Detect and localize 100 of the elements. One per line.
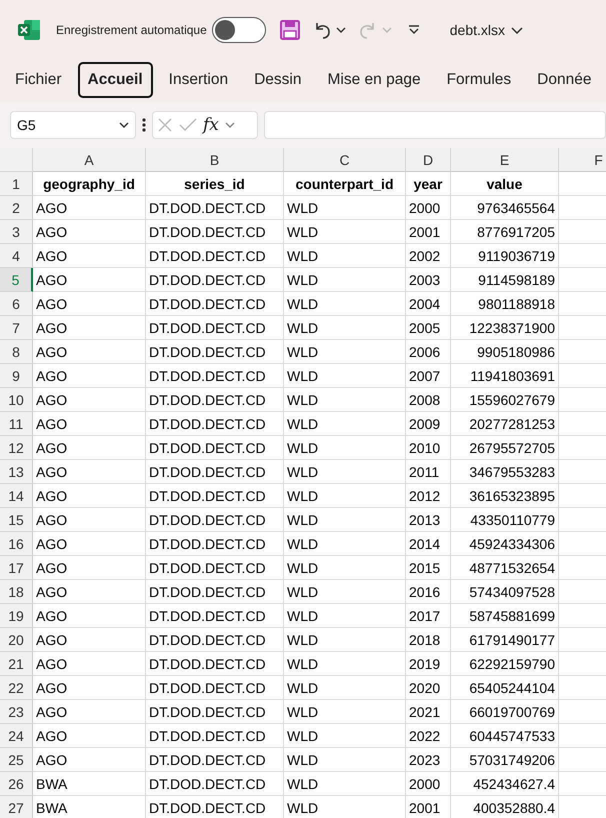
table-cell: 8776917205 bbox=[451, 220, 559, 244]
table-cell: 2000 bbox=[406, 772, 451, 796]
table-cell: 15596027679 bbox=[451, 388, 559, 412]
table-cell: 2001 bbox=[406, 796, 451, 818]
table-cell: DT.DOD.DECT.CD bbox=[146, 244, 284, 268]
row-header[interactable]: 14 bbox=[0, 484, 33, 508]
table-cell: AGO bbox=[33, 364, 146, 388]
row-header[interactable]: 4 bbox=[0, 244, 33, 268]
row-header[interactable]: 11 bbox=[0, 412, 33, 436]
table-cell: DT.DOD.DECT.CD bbox=[146, 580, 284, 604]
table-cell: AGO bbox=[33, 292, 146, 316]
table-cell: 2018 bbox=[406, 628, 451, 652]
row-header[interactable]: 5 bbox=[0, 268, 33, 292]
table-cell: AGO bbox=[33, 604, 146, 628]
row-header[interactable]: 8 bbox=[0, 340, 33, 364]
row-header[interactable]: 22 bbox=[0, 676, 33, 700]
table-cell: WLD bbox=[284, 436, 406, 460]
column-header[interactable]: E bbox=[451, 148, 559, 172]
row-header[interactable]: 23 bbox=[0, 700, 33, 724]
row-header[interactable]: 20 bbox=[0, 628, 33, 652]
autosave-toggle[interactable] bbox=[212, 17, 266, 43]
table-cell: AGO bbox=[33, 244, 146, 268]
caret-icon bbox=[224, 122, 235, 128]
column-header[interactable]: B bbox=[146, 148, 284, 172]
caret-icon bbox=[119, 122, 129, 128]
table-cell: 2014 bbox=[406, 532, 451, 556]
column-title-cell: series_id bbox=[146, 172, 284, 196]
customize-toolbar-icon[interactable] bbox=[408, 25, 420, 35]
ribbon-tab[interactable]: Accueil bbox=[78, 62, 153, 98]
table-cell: 57031749206 bbox=[451, 748, 559, 772]
table-cell: WLD bbox=[284, 484, 406, 508]
table-cell: 2015 bbox=[406, 556, 451, 580]
table-cell: WLD bbox=[284, 532, 406, 556]
row-header[interactable]: 27 bbox=[0, 796, 33, 818]
table-cell: 60445747533 bbox=[451, 724, 559, 748]
table-cell: WLD bbox=[284, 580, 406, 604]
table-cell: 9763465564 bbox=[451, 196, 559, 220]
column-header[interactable]: C bbox=[284, 148, 406, 172]
table-cell: DT.DOD.DECT.CD bbox=[146, 292, 284, 316]
ribbon-tab[interactable]: Insertion bbox=[158, 62, 238, 98]
ribbon-tab[interactable]: Formules bbox=[436, 62, 522, 98]
row-header[interactable]: 17 bbox=[0, 556, 33, 580]
table-cell: WLD bbox=[284, 220, 406, 244]
table-cell: AGO bbox=[33, 580, 146, 604]
table-cell: 12238371900 bbox=[451, 316, 559, 340]
row-header[interactable]: 26 bbox=[0, 772, 33, 796]
row-header[interactable]: 3 bbox=[0, 220, 33, 244]
table-cell: DT.DOD.DECT.CD bbox=[146, 484, 284, 508]
row-header[interactable]: 19 bbox=[0, 604, 33, 628]
row-header[interactable]: 15 bbox=[0, 508, 33, 532]
file-name-button[interactable]: debt.xlsx bbox=[450, 22, 523, 38]
table-cell: 2022 bbox=[406, 724, 451, 748]
row-header[interactable]: 18 bbox=[0, 580, 33, 604]
row-header[interactable]: 1 bbox=[0, 172, 33, 196]
table-cell: 43350110779 bbox=[451, 508, 559, 532]
table-cell: AGO bbox=[33, 700, 146, 724]
table-cell: DT.DOD.DECT.CD bbox=[146, 364, 284, 388]
row-header[interactable]: 21 bbox=[0, 652, 33, 676]
table-cell: 62292159790 bbox=[451, 652, 559, 676]
column-header[interactable]: D bbox=[406, 148, 451, 172]
table-cell: DT.DOD.DECT.CD bbox=[146, 220, 284, 244]
table-cell: AGO bbox=[33, 460, 146, 484]
row-header[interactable]: 2 bbox=[0, 196, 33, 220]
row-header[interactable]: 25 bbox=[0, 748, 33, 772]
caret-icon[interactable] bbox=[336, 27, 346, 33]
row-header[interactable]: 12 bbox=[0, 436, 33, 460]
table-cell: WLD bbox=[284, 652, 406, 676]
table-cell: 9801188918 bbox=[451, 292, 559, 316]
row-header[interactable]: 16 bbox=[0, 532, 33, 556]
row-header[interactable]: 9 bbox=[0, 364, 33, 388]
row-header[interactable]: 10 bbox=[0, 388, 33, 412]
table-cell: DT.DOD.DECT.CD bbox=[146, 724, 284, 748]
table-cell: 9114598189 bbox=[451, 268, 559, 292]
check-icon[interactable] bbox=[179, 118, 197, 132]
more-icon[interactable] bbox=[142, 118, 146, 132]
name-box[interactable]: G5 bbox=[10, 111, 136, 139]
ribbon-tab[interactable]: Dessin bbox=[244, 62, 312, 98]
table-cell: 2019 bbox=[406, 652, 451, 676]
formula-input[interactable] bbox=[264, 111, 606, 139]
ribbon-tab[interactable]: Fichier bbox=[5, 62, 72, 98]
ribbon-tab[interactable]: Donnée bbox=[527, 62, 602, 98]
ribbon-tab[interactable]: Mise en page bbox=[318, 62, 431, 98]
table-cell: DT.DOD.DECT.CD bbox=[146, 604, 284, 628]
save-icon[interactable] bbox=[280, 20, 300, 40]
table-cell: DT.DOD.DECT.CD bbox=[146, 436, 284, 460]
row-header[interactable]: 6 bbox=[0, 292, 33, 316]
table-cell: WLD bbox=[284, 316, 406, 340]
table-cell: 2021 bbox=[406, 700, 451, 724]
table-cell: 2012 bbox=[406, 484, 451, 508]
column-header[interactable]: A bbox=[33, 148, 146, 172]
insert-function-button[interactable]: fx bbox=[203, 115, 219, 135]
table-cell: 36165323895 bbox=[451, 484, 559, 508]
table-cell: BWA bbox=[33, 796, 146, 818]
row-header[interactable]: 13 bbox=[0, 460, 33, 484]
table-cell: AGO bbox=[33, 388, 146, 412]
column-title-cell: value bbox=[451, 172, 559, 196]
table-cell: WLD bbox=[284, 724, 406, 748]
row-header[interactable]: 7 bbox=[0, 316, 33, 340]
column-header[interactable]: F bbox=[559, 148, 606, 172]
row-header[interactable]: 24 bbox=[0, 724, 33, 748]
